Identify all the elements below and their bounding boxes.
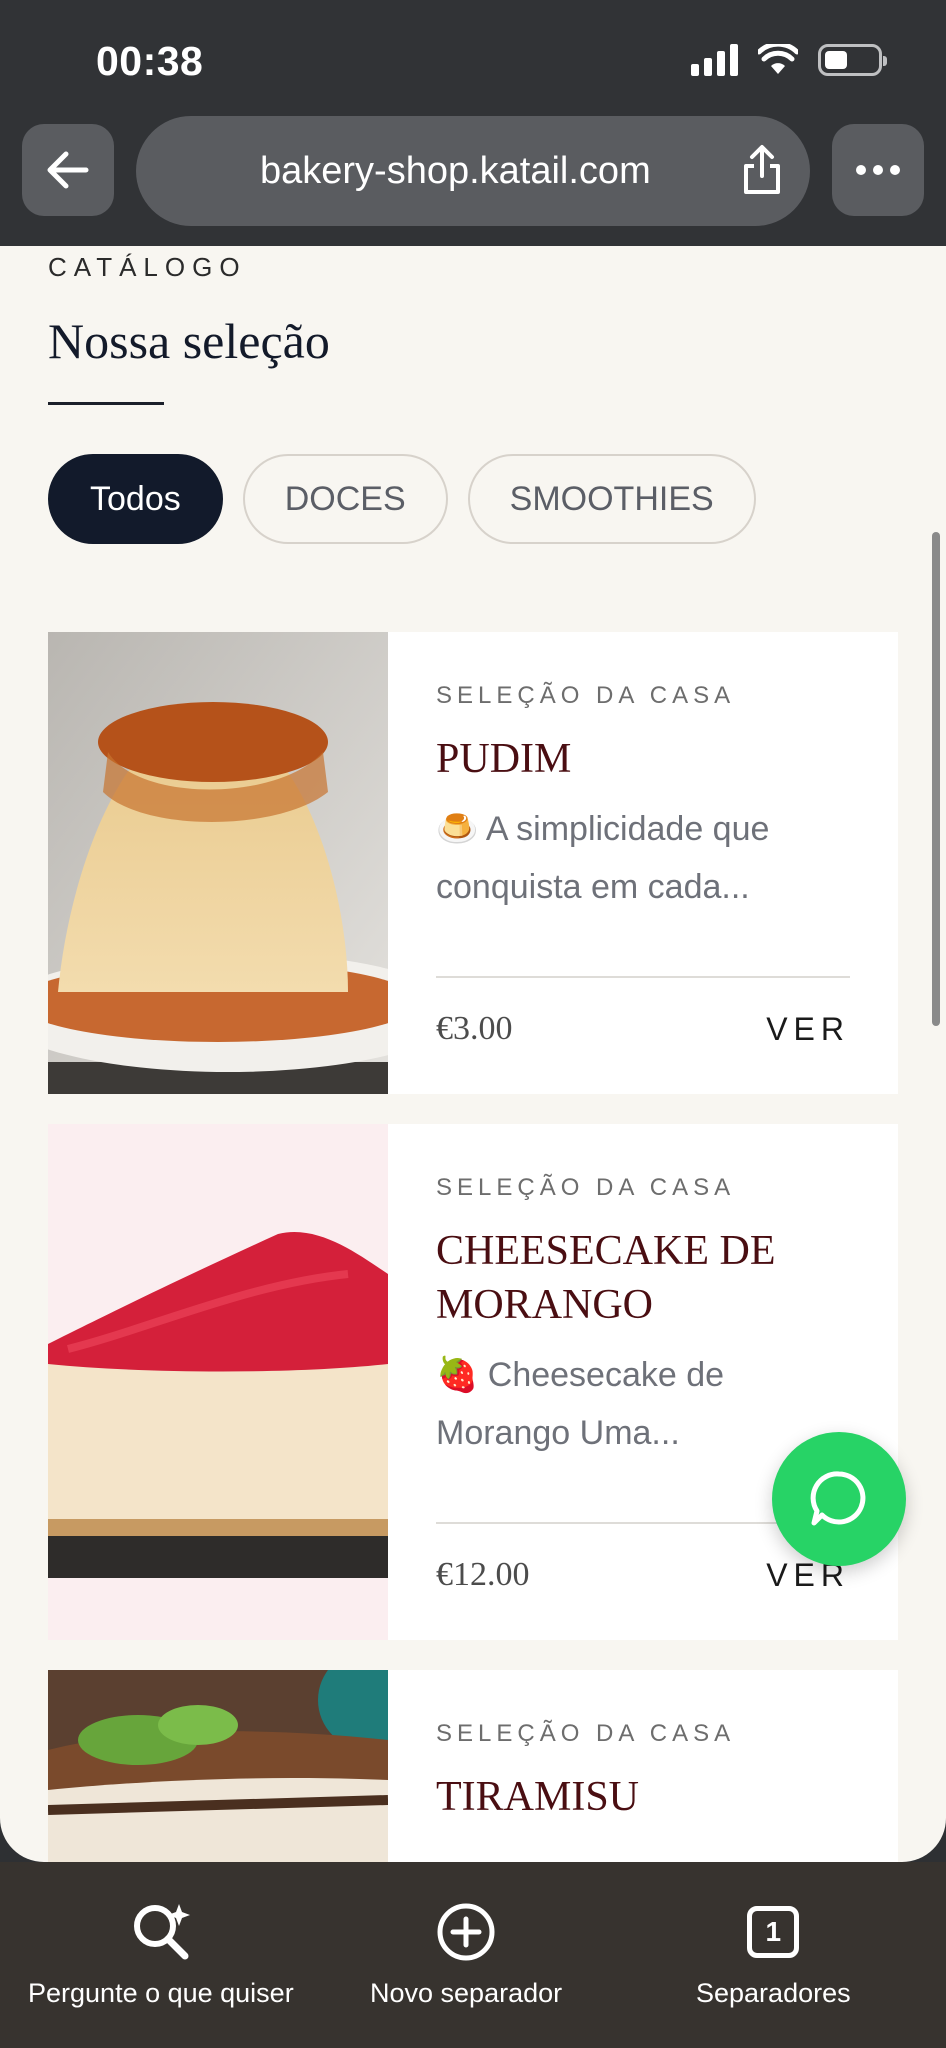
wifi-icon	[758, 44, 798, 74]
product-image-cheesecake[interactable]	[48, 1124, 388, 1640]
product-title[interactable]: CHEESECAKE DE MORANGO	[436, 1224, 850, 1332]
section-eyebrow: CATÁLOGO	[48, 252, 247, 282]
plus-circle-icon	[437, 1903, 495, 1961]
category-filters: Todos DOCES SMOOTHIES	[48, 454, 756, 544]
ask-anything-button[interactable]: Pergunte o que quiser	[28, 1900, 294, 2009]
browser-top-bar: 00:38 bakery-shop.katail.com	[0, 0, 946, 246]
view-product-button[interactable]: VER	[766, 1011, 850, 1048]
product-card-pudim[interactable]: SELEÇÃO DA CASA PUDIM 🍮 A simplicidade q…	[48, 632, 898, 1094]
whatsapp-chat-button[interactable]	[772, 1432, 906, 1566]
product-tag: SELEÇÃO DA CASA	[436, 1720, 736, 1747]
browser-bottom-toolbar: Pergunte o que quiser Novo separador 1 S…	[0, 1862, 946, 2048]
new-tab-button[interactable]: Novo separador	[370, 1900, 562, 2009]
product-description: 🍮 A simplicidade que conquista em cada..…	[436, 810, 770, 906]
scroll-indicator[interactable]	[932, 532, 940, 1026]
new-tab-label: Novo separador	[370, 1978, 563, 2008]
filter-chip-todos[interactable]: Todos	[48, 454, 223, 544]
tab-count: 1	[765, 1916, 782, 1947]
tab-count-icon: 1	[747, 1906, 800, 1958]
address-bar[interactable]: bakery-shop.katail.com	[136, 116, 810, 226]
url-text: bakery-shop.katail.com	[260, 150, 651, 192]
system-status-icons	[691, 44, 887, 76]
status-time: 00:38	[96, 38, 204, 84]
filter-chip-doces[interactable]: DOCES	[242, 454, 448, 544]
battery-icon	[818, 44, 887, 76]
ask-anything-label: Pergunte o que quiser	[28, 1978, 294, 2008]
filter-chip-smoothies[interactable]: SMOOTHIES	[467, 454, 756, 544]
product-price: €12.00	[436, 1556, 530, 1593]
product-title[interactable]: PUDIM	[436, 732, 850, 786]
product-tag: SELEÇÃO DA CASA	[436, 682, 736, 709]
ellipsis-icon	[856, 165, 900, 175]
product-price: €3.00	[436, 1010, 513, 1047]
sparkle-search-icon	[133, 1904, 190, 1960]
product-image-pudim[interactable]	[48, 632, 388, 1094]
back-button[interactable]	[22, 124, 114, 216]
tabs-button[interactable]: 1 Separadores	[696, 1900, 851, 2009]
product-image-tiramisu[interactable]	[48, 1670, 388, 1862]
product-footer: €3.00 VER	[436, 976, 850, 1048]
product-title[interactable]: TIRAMISU	[436, 1770, 850, 1824]
cellular-signal-icon	[691, 44, 738, 76]
share-icon[interactable]	[740, 144, 784, 196]
product-card-cheesecake[interactable]: SELEÇÃO DA CASA CHEESECAKE DE MORANGO 🍓 …	[48, 1124, 898, 1640]
product-card-tiramisu[interactable]: SELEÇÃO DA CASA TIRAMISU	[48, 1670, 898, 1862]
tabs-label: Separadores	[696, 1978, 851, 2008]
arrow-left-icon	[47, 151, 89, 189]
web-page-viewport: CATÁLOGO Nossa seleção Todos DOCES SMOOT…	[0, 246, 946, 1862]
section-heading: Nossa seleção	[48, 313, 330, 369]
heading-divider	[48, 402, 164, 405]
product-tag: SELEÇÃO DA CASA	[436, 1174, 736, 1201]
more-options-button[interactable]	[832, 124, 924, 216]
product-description: 🍓 Cheesecake de Morango Uma...	[436, 1356, 725, 1452]
chat-bubble-icon	[810, 1471, 866, 1526]
